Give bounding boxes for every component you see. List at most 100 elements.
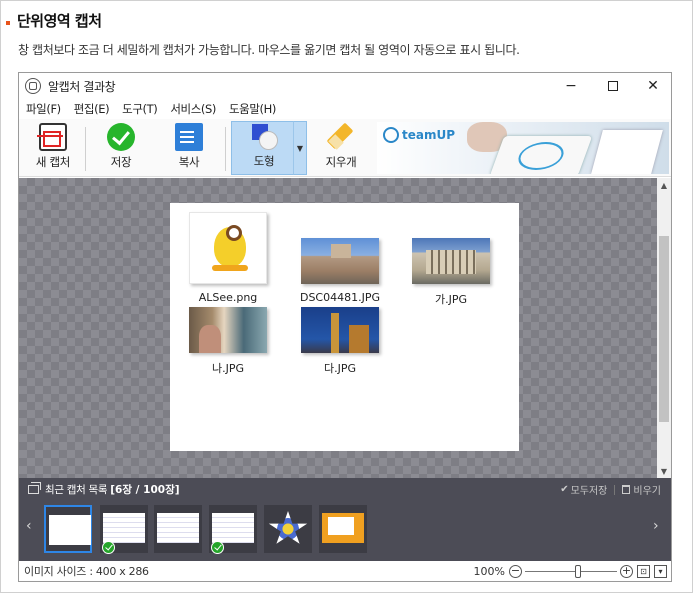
recent-captures-header: 최근 캡처 목록 [6장 / 100장] ✔ 모두저장 비우기	[19, 478, 671, 500]
actions-separator	[614, 484, 616, 495]
recent-thumb-star-image	[268, 511, 308, 544]
recent-thumb-image	[157, 513, 199, 543]
toolbar: 새 캡처 저장 복사 도형 ▼ 지우개 teamUP	[19, 119, 671, 177]
menu-help[interactable]: 도움말(H)	[229, 101, 276, 117]
save-label: 저장	[110, 155, 132, 169]
next-arrow-icon[interactable]: ›	[653, 518, 659, 534]
shape-icon	[250, 122, 278, 150]
captured-image[interactable]: ALSee.png DSC04481.JPG 가.JPG 나.JPG 다.JPG	[170, 203, 519, 451]
recent-thumb-2[interactable]	[100, 505, 148, 554]
recent-thumb-1[interactable]	[44, 505, 92, 553]
recent-thumb-3[interactable]	[154, 505, 202, 553]
zoom-control: 100% − + ⊡ ▾	[474, 563, 667, 579]
recent-captures-title: 최근 캡처 목록	[45, 483, 108, 496]
clear-button[interactable]: 비우기	[633, 482, 661, 497]
image-size-text: 이미지 사이즈 : 400 x 286	[24, 565, 149, 578]
teamup-ad-banner[interactable]: teamUP	[377, 122, 669, 174]
photo-thumbnail	[301, 238, 379, 284]
zoom-in-button[interactable]: +	[620, 564, 633, 578]
file-item-alsee[interactable]: ALSee.png	[178, 212, 278, 304]
trash-icon	[622, 485, 631, 494]
zoom-menu-button[interactable]: ▾	[654, 564, 667, 578]
file-name: ALSee.png	[198, 291, 258, 304]
alsee-logo-thumbnail	[189, 212, 267, 284]
photo-thumbnail	[412, 238, 490, 284]
shape-dropdown-button[interactable]: ▼	[293, 121, 307, 175]
copy-document-icon	[175, 123, 203, 151]
menu-bar: 파일(F) 편집(E) 도구(T) 서비스(S) 도움말(H)	[19, 99, 671, 119]
saved-check-badge-icon	[102, 541, 115, 554]
zoom-level: 100%	[473, 564, 505, 578]
new-capture-label: 새 캡처	[35, 155, 71, 169]
save-check-icon	[107, 123, 135, 151]
alcapture-app-icon	[25, 78, 41, 94]
window-title: 알캡처 결과창	[48, 79, 116, 94]
eraser-button[interactable]: 지우개	[311, 121, 371, 175]
copy-button[interactable]: 복사	[159, 121, 219, 175]
close-button[interactable]: ✕	[633, 73, 673, 99]
maximize-button[interactable]	[593, 73, 633, 99]
photo-thumbnail	[301, 307, 379, 353]
photo-thumbnail	[189, 307, 267, 353]
file-item-ga[interactable]: 가.JPG	[401, 238, 501, 307]
new-capture-button[interactable]: 새 캡처	[27, 121, 79, 175]
alsee-magnifier-icon	[226, 225, 242, 241]
teamup-logo: teamUP	[383, 127, 455, 143]
zoom-slider[interactable]	[525, 564, 617, 578]
scroll-down-arrow-icon[interactable]: ▼	[657, 464, 671, 478]
section-title: 단위영역 캡처	[17, 11, 102, 30]
recent-captures-panel: 최근 캡처 목록 [6장 / 100장] ✔ 모두저장 비우기 ‹ ›	[19, 478, 671, 561]
banner-paper-image	[591, 130, 663, 174]
save-all-check-icon: ✔	[560, 484, 569, 495]
recent-thumb-6[interactable]	[319, 505, 367, 553]
status-bar: 이미지 사이즈 : 400 x 286 100% − + ⊡ ▾	[19, 561, 671, 581]
capture-result-window: 알캡처 결과창 − ✕ 파일(F) 편집(E) 도구(T) 서비스(S) 도움말…	[18, 72, 672, 582]
recent-captures-count: [6장 / 100장]	[110, 483, 180, 496]
eraser-label: 지우개	[325, 155, 357, 169]
menu-edit[interactable]: 편집(E)	[74, 101, 110, 117]
save-button[interactable]: 저장	[91, 121, 151, 175]
alsee-mascot-feet	[212, 265, 248, 271]
save-all-button[interactable]: 모두저장	[571, 482, 608, 497]
capture-canvas[interactable]: ALSee.png DSC04481.JPG 가.JPG 나.JPG 다.JPG	[19, 178, 657, 478]
menu-tools[interactable]: 도구(T)	[122, 101, 158, 117]
scrollbar-thumb[interactable]	[659, 236, 669, 422]
file-item-dsc04481[interactable]: DSC04481.JPG	[290, 238, 390, 304]
heading-bullet	[6, 21, 10, 25]
maximize-icon	[608, 81, 618, 91]
file-name: 나.JPG	[211, 362, 245, 375]
eraser-icon	[327, 123, 355, 151]
menu-service[interactable]: 서비스(S)	[170, 101, 216, 117]
recent-thumb-image	[103, 513, 145, 543]
zoom-out-button[interactable]: −	[509, 564, 522, 578]
vertical-scrollbar[interactable]: ▲ ▼	[657, 178, 671, 478]
section-description: 창 캡처보다 조금 더 세밀하게 캡처가 가능합니다. 마우스를 옮기면 캡처 …	[18, 43, 520, 57]
teamup-logo-text: teamUP	[402, 128, 456, 142]
file-item-da[interactable]: 다.JPG	[290, 307, 390, 376]
recent-thumb-5[interactable]	[264, 505, 312, 553]
file-name: 다.JPG	[323, 362, 357, 375]
prev-arrow-icon[interactable]: ‹	[26, 518, 32, 534]
section-heading: 단위영역 캡처	[6, 9, 102, 31]
fit-to-window-button[interactable]: ⊡	[637, 564, 650, 578]
toolbar-separator	[225, 127, 226, 171]
window-titlebar[interactable]: 알캡처 결과창 − ✕	[19, 73, 671, 99]
scroll-up-arrow-icon[interactable]: ▲	[657, 178, 671, 192]
teamup-logo-icon	[383, 127, 399, 143]
banner-tablet-image	[489, 136, 593, 174]
recent-actions: ✔ 모두저장 비우기	[560, 482, 661, 497]
saved-check-badge-icon	[211, 541, 224, 554]
recent-thumb-image	[322, 513, 364, 543]
shape-button[interactable]: 도형	[231, 121, 297, 175]
zoom-slider-knob[interactable]	[575, 564, 581, 578]
file-name: 가.JPG	[434, 293, 468, 306]
menu-file[interactable]: 파일(F)	[26, 101, 61, 117]
shape-label: 도형	[253, 154, 275, 168]
recent-thumb-image	[212, 513, 254, 543]
toolbar-separator	[85, 127, 86, 171]
copy-label: 복사	[178, 155, 200, 169]
recent-thumb-4[interactable]	[209, 505, 257, 554]
minimize-button[interactable]: −	[551, 73, 591, 99]
file-item-na[interactable]: 나.JPG	[178, 307, 278, 376]
recent-list-icon	[28, 481, 41, 494]
